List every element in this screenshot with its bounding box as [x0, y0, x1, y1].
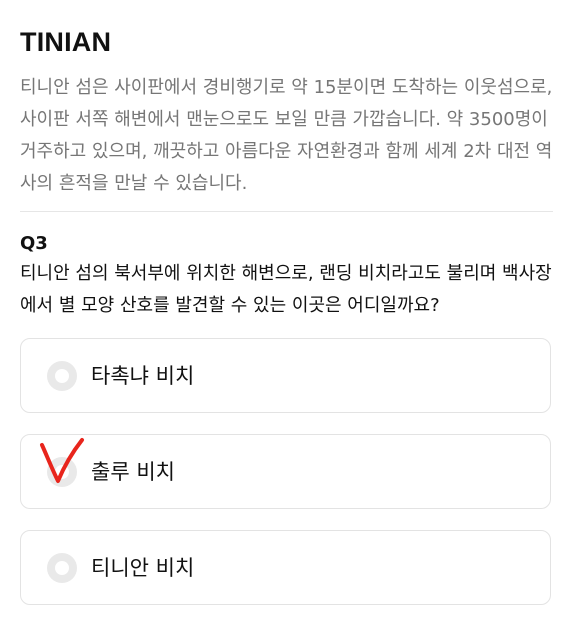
radio-button-icon[interactable]: [47, 457, 77, 487]
page-title: TINIAN: [20, 27, 112, 57]
island-description: 티니안 섬은 사이판에서 경비행기로 약 15분이면 도착하는 이웃섬으로, 사…: [20, 77, 553, 194]
answer-option-3[interactable]: 티니안 비치: [20, 530, 551, 605]
question-text: 티니안 섬의 북서부에 위치한 해변으로, 랜딩 비치라고도 불리며 백사장에서…: [20, 263, 552, 316]
answer-option-1[interactable]: 타촉냐 비치: [20, 338, 551, 413]
answer-option-label: 티니안 비치: [91, 556, 195, 580]
section-divider: [20, 211, 553, 212]
radio-button-icon[interactable]: [47, 553, 77, 583]
answer-option-2[interactable]: 출루 비치: [20, 434, 551, 509]
answer-option-label: 출루 비치: [91, 460, 175, 484]
question-number: Q3: [20, 233, 48, 254]
answer-option-label: 타촉냐 비치: [91, 364, 195, 388]
radio-button-icon[interactable]: [47, 361, 77, 391]
